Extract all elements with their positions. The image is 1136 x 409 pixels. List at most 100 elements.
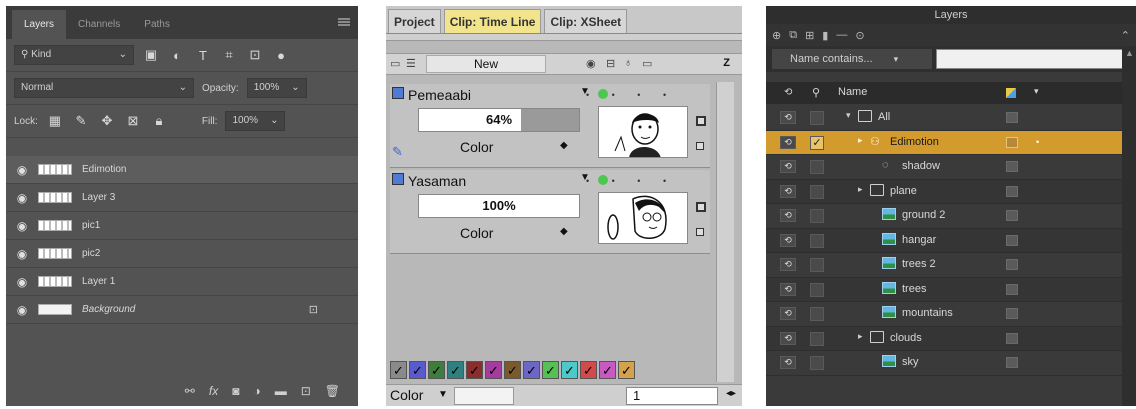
lock-checkbox[interactable] bbox=[810, 282, 824, 297]
opacity-slider[interactable]: 100% bbox=[418, 194, 580, 218]
shape-filter-icon[interactable]: ⌗ bbox=[220, 47, 238, 63]
color-column-icon[interactable] bbox=[1006, 88, 1016, 98]
tab-project[interactable]: Project bbox=[388, 9, 441, 33]
folder-icon[interactable]: ▭ bbox=[390, 57, 400, 70]
color-swatch[interactable]: ✓ bbox=[485, 361, 502, 379]
layer-name[interactable]: ground 2 bbox=[902, 209, 945, 221]
color-tag[interactable] bbox=[1006, 283, 1018, 295]
new-group-icon[interactable]: ⊞ bbox=[805, 29, 814, 42]
lock-checkbox[interactable] bbox=[810, 258, 824, 272]
new-layer-icon[interactable]: ⊡ bbox=[301, 384, 311, 398]
name-filter-input[interactable] bbox=[936, 49, 1136, 69]
color-dropdown-icon[interactable]: ◆ bbox=[560, 140, 568, 151]
link-icon[interactable]: ⚯ bbox=[185, 384, 195, 398]
color-swatch[interactable]: ✓ bbox=[447, 361, 464, 379]
scroll-up-icon[interactable]: ▲ bbox=[1125, 48, 1134, 58]
layer-toggles[interactable]: • • • • bbox=[586, 90, 676, 100]
color-tag[interactable] bbox=[1006, 185, 1018, 197]
visibility-toggle-icon[interactable]: ⟲ bbox=[780, 307, 796, 320]
ps-tab-channels[interactable]: Channels bbox=[66, 10, 132, 39]
expand-arrow-icon[interactable]: ▸ bbox=[858, 331, 863, 342]
layer-row[interactable]: ⟲ trees bbox=[766, 277, 1136, 302]
lock-checkbox[interactable] bbox=[810, 233, 824, 248]
side-toggle-icon[interactable] bbox=[696, 202, 706, 212]
layer-row[interactable]: ⟲ ground 2 bbox=[766, 204, 1136, 229]
layer-row[interactable]: ◉ Layer 1 bbox=[6, 268, 358, 296]
lock-column-icon[interactable]: ⚲ bbox=[812, 86, 820, 99]
layer-toggles[interactable]: • • • • bbox=[586, 176, 676, 186]
lock-position-icon[interactable]: ✥ bbox=[98, 113, 116, 129]
fx-icon[interactable]: fx bbox=[209, 384, 218, 398]
layer-name[interactable]: sky bbox=[902, 356, 919, 368]
layer-row[interactable]: ⟲ ✓ ▸ ⚇ Edimotion • bbox=[766, 130, 1136, 155]
tab-clip-timeline[interactable]: Clip: Time Line bbox=[443, 9, 542, 33]
visibility-toggle-icon[interactable]: ⟲ bbox=[780, 209, 796, 222]
lock-image-icon[interactable]: ✎ bbox=[72, 113, 90, 129]
layer-row[interactable]: ⟲ ▸ plane bbox=[766, 179, 1136, 204]
lock-checkbox[interactable] bbox=[810, 184, 824, 199]
eye-icon[interactable]: ◉ bbox=[6, 163, 38, 177]
layer-row[interactable]: ◉ pic2 bbox=[6, 240, 358, 268]
color-tag[interactable] bbox=[1006, 357, 1018, 368]
layer-name[interactable]: mountains bbox=[902, 307, 953, 319]
layer-name[interactable]: trees bbox=[902, 283, 926, 295]
delete-layer-icon[interactable]: ▮ bbox=[822, 29, 828, 42]
mask-icon[interactable]: ◙ bbox=[232, 384, 239, 398]
ps-tab-paths[interactable]: Paths bbox=[132, 10, 182, 39]
tab-clip-xsheet[interactable]: Clip: XSheet bbox=[544, 9, 628, 33]
visibility-toggle-icon[interactable]: ⟲ bbox=[780, 160, 796, 173]
color-swatch[interactable]: ✓ bbox=[466, 361, 483, 379]
color-swatch[interactable]: ✓ bbox=[390, 361, 407, 379]
new-layer-icon[interactable]: ⊕ bbox=[772, 29, 781, 42]
new-layer-button[interactable]: New bbox=[426, 55, 546, 73]
visibility-toggle-icon[interactable]: ⟲ bbox=[780, 282, 796, 296]
color-swatch[interactable]: ✓ bbox=[561, 361, 578, 379]
color-tag[interactable] bbox=[1006, 161, 1018, 172]
folder-icon[interactable]: ▬ bbox=[275, 384, 287, 398]
side-small-icon[interactable] bbox=[696, 228, 704, 236]
color-dropdown-icon[interactable]: ◆ bbox=[560, 226, 568, 237]
eye-icon[interactable]: ◉ bbox=[586, 57, 596, 70]
panel-menu-icon[interactable] bbox=[338, 18, 350, 26]
color-tag[interactable] bbox=[1006, 136, 1018, 148]
chevron-down-icon[interactable]: ▼ bbox=[438, 389, 448, 400]
stack-icon[interactable]: ☰ bbox=[406, 57, 416, 70]
visibility-toggle-icon[interactable]: ⟲ bbox=[780, 258, 796, 271]
layer-name[interactable]: All bbox=[878, 111, 890, 123]
filter-toggle-icon[interactable]: ● bbox=[272, 48, 290, 63]
lock-icon[interactable]: ⊡ bbox=[309, 303, 318, 316]
layer-name[interactable]: Pemeaabi bbox=[408, 87, 471, 103]
layer-row[interactable]: ⟲ sky bbox=[766, 351, 1136, 376]
color-swatch[interactable]: ✓ bbox=[542, 361, 559, 379]
layer-name[interactable]: shadow bbox=[902, 160, 940, 172]
lock-checkbox[interactable] bbox=[810, 111, 824, 125]
collapse-icon[interactable]: ⌃ bbox=[1121, 29, 1130, 42]
visibility-toggle-icon[interactable]: ⟲ bbox=[780, 331, 796, 345]
layer-name[interactable]: Edimotion bbox=[82, 164, 126, 175]
adjustment-icon[interactable]: ◑ bbox=[253, 384, 260, 398]
layer-name[interactable]: hangar bbox=[902, 234, 936, 246]
color-tag[interactable] bbox=[1006, 234, 1018, 246]
expand-arrow-icon[interactable]: ▸ bbox=[858, 135, 863, 146]
layer-row[interactable]: ⟲ ▸ clouds bbox=[766, 326, 1136, 351]
layer-name[interactable]: pic1 bbox=[82, 220, 100, 231]
visibility-column-icon[interactable]: ⟲ bbox=[784, 87, 792, 98]
eye-icon[interactable]: ◉ bbox=[6, 219, 38, 233]
layer-row[interactable]: ◉ Layer 3 bbox=[6, 184, 358, 212]
lock-all-icon[interactable]: 🔒︎ bbox=[150, 113, 168, 129]
visibility-toggle-icon[interactable]: ⟲ bbox=[780, 135, 796, 149]
lock-checkbox[interactable] bbox=[810, 209, 824, 223]
side-toggle-icon[interactable] bbox=[696, 116, 706, 126]
search-layers-icon[interactable]: ⊙ bbox=[855, 29, 864, 42]
opacity-slider[interactable]: 64% bbox=[418, 108, 580, 132]
ps-tab-layers[interactable]: Layers bbox=[12, 10, 67, 39]
layer-name[interactable]: plane bbox=[890, 185, 917, 197]
visibility-toggle-icon[interactable]: ⟲ bbox=[780, 111, 796, 124]
name-column-header[interactable]: Name bbox=[838, 86, 867, 98]
collapse-arrow-icon[interactable]: ▾ bbox=[846, 110, 851, 121]
eye-icon[interactable]: ◉ bbox=[6, 303, 38, 317]
lock-checkbox[interactable] bbox=[810, 331, 824, 346]
brush-icon[interactable]: ✎ bbox=[392, 144, 403, 160]
frame-stepper-icon[interactable]: ◂▸ bbox=[726, 388, 736, 399]
color-swatch[interactable]: ✓ bbox=[599, 361, 616, 379]
